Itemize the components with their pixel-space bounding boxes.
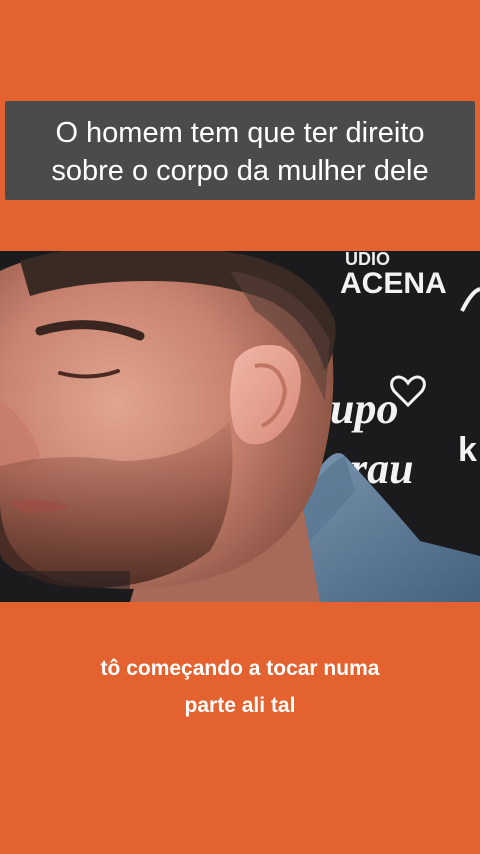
backdrop-acena-text: ACENA xyxy=(340,267,447,300)
top-caption-line-2: sobre o corpo da mulher dele xyxy=(51,154,429,187)
subtitle-line-1: tô começando a tocar numa xyxy=(100,657,380,680)
top-caption-box: O homem tem que ter direito sobre o corp… xyxy=(5,101,475,200)
backdrop-k-text: k xyxy=(458,431,477,469)
video-frame[interactable]: UDIO ACENA upo rau k xyxy=(0,251,480,602)
backdrop-upo-text: upo xyxy=(330,384,398,433)
video-still: UDIO ACENA upo rau k xyxy=(0,251,480,602)
top-caption-line-1: O homem tem que ter direito xyxy=(55,116,425,149)
subtitle-line-2: parte ali tal xyxy=(184,694,296,717)
shadow xyxy=(0,571,130,602)
subtitle: tô começando a tocar numa parte ali tal xyxy=(0,650,480,724)
